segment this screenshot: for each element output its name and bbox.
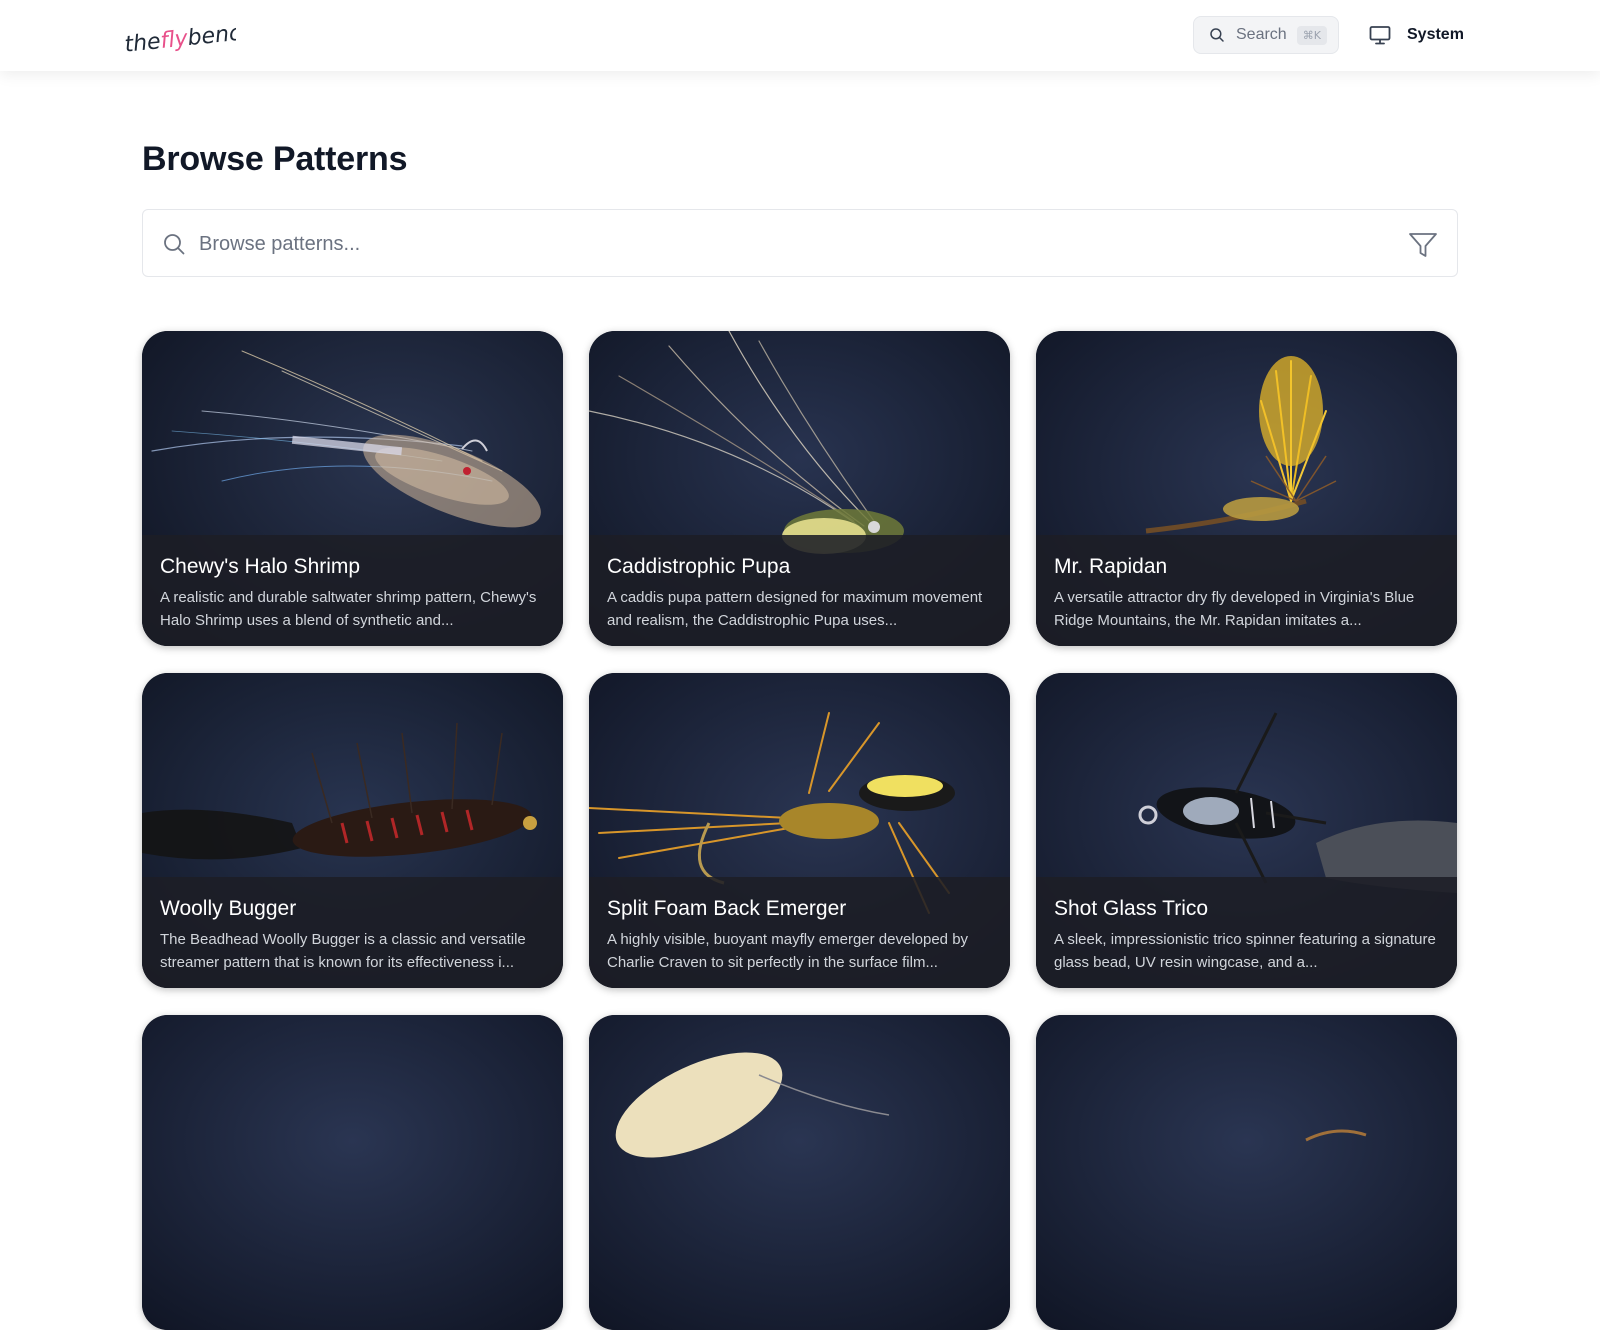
pattern-card-partial[interactable]	[589, 1015, 1010, 1330]
pattern-photo	[142, 1015, 563, 1330]
card-title: Split Foam Back Emerger	[607, 897, 847, 920]
site-logo[interactable]: theflybench	[124, 14, 236, 58]
card-title: Woolly Bugger	[160, 897, 297, 920]
card-description: A sleek, impressionistic trico spinner f…	[1054, 931, 1436, 971]
browse-patterns-input[interactable]	[197, 224, 1377, 264]
card-description: The Beadhead Woolly Bugger is a classic …	[160, 931, 526, 971]
svg-text:theflybench: theflybench	[124, 19, 236, 56]
pattern-card-split-foam-back-emerger[interactable]: Split Foam Back Emerger A highly visible…	[589, 673, 1010, 988]
card-description: A realistic and durable saltwater shrimp…	[160, 589, 537, 629]
browse-search-bar	[142, 209, 1458, 277]
pattern-card-partial[interactable]	[1036, 1015, 1457, 1330]
pattern-card-shot-glass-trico[interactable]: Shot Glass Trico A sleek, impressionisti…	[1036, 673, 1457, 988]
pattern-card-chewys-halo-shrimp[interactable]: Chewy's Halo Shrimp A realistic and dura…	[142, 331, 563, 646]
search-label: Search	[1236, 26, 1287, 43]
pattern-photo	[589, 1015, 1010, 1330]
card-title: Shot Glass Trico	[1054, 897, 1209, 920]
monitor-icon	[1369, 26, 1391, 45]
search-icon	[1210, 28, 1224, 42]
theflybench-logo: theflybench	[124, 19, 236, 56]
pattern-card-caddistrophic-pupa[interactable]: Caddistrophic Pupa A caddis pupa pattern…	[589, 331, 1010, 646]
search-icon	[164, 234, 185, 255]
theme-toggle-button[interactable]: System	[1368, 20, 1464, 50]
top-navbar: theflybench Search ⌘K System	[0, 0, 1600, 71]
card-title: Chewy's Halo Shrimp	[160, 555, 361, 578]
card-description: A highly visible, buoyant mayfly emerger…	[607, 931, 969, 971]
page-title: Browse Patterns	[142, 140, 408, 178]
card-title: Mr. Rapidan	[1054, 555, 1168, 578]
pattern-card-woolly-bugger[interactable]: Woolly Bugger The Beadhead Woolly Bugger…	[142, 673, 563, 988]
global-search-button[interactable]: Search ⌘K	[1193, 16, 1339, 54]
card-title: Caddistrophic Pupa	[607, 555, 791, 578]
theme-label: System	[1407, 26, 1464, 43]
pattern-card-mr-rapidan[interactable]: Mr. Rapidan A versatile attractor dry fl…	[1036, 331, 1457, 646]
search-shortcut-badge: ⌘K	[1296, 25, 1327, 45]
card-description: A versatile attractor dry fly developed …	[1054, 589, 1415, 629]
pattern-photo	[1036, 1015, 1457, 1330]
filter-icon[interactable]	[1407, 229, 1439, 261]
pattern-card-partial[interactable]	[142, 1015, 563, 1330]
card-description: A caddis pupa pattern designed for maxim…	[607, 589, 983, 629]
